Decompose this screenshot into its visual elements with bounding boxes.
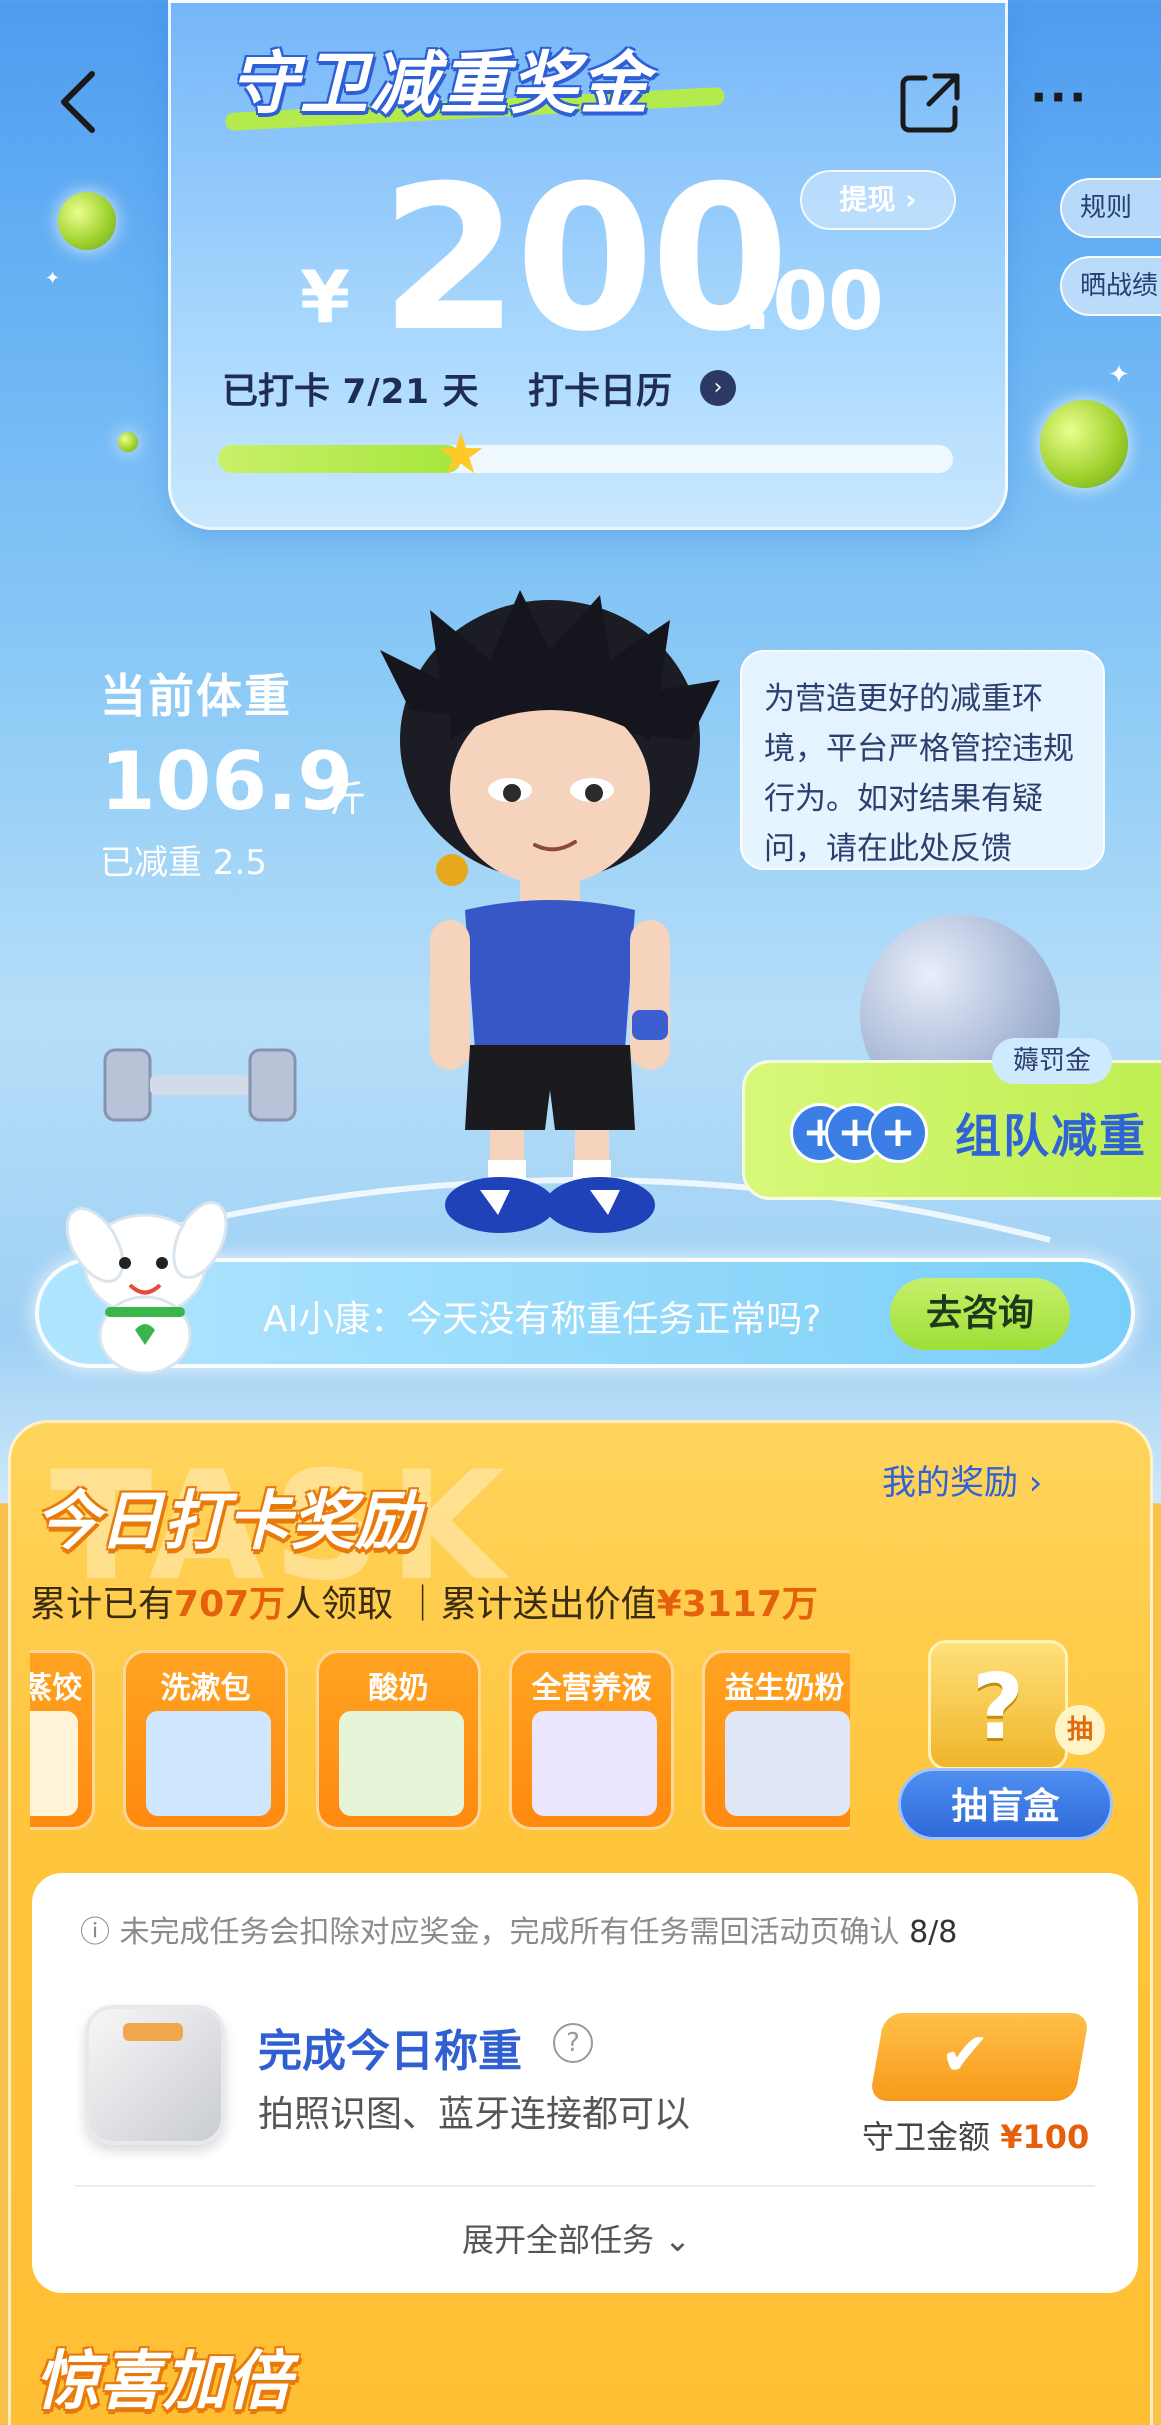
notice-text: 为营造更好的减重环境，平台严格管控违规行为。如对结果有疑问，请在此处反馈 [764, 681, 1074, 867]
prize-image [532, 1711, 657, 1816]
checkin-count: 7/21 [342, 372, 430, 412]
weight-unit: 斤 [330, 779, 367, 820]
page-title: 守卫减重奖金 [230, 45, 651, 124]
star-icon: ★ [435, 422, 487, 487]
prize-image [339, 1711, 464, 1816]
prize-image [725, 1711, 850, 1816]
checkin-progress-fill [218, 445, 461, 473]
draw-tag: 抽 [1055, 1705, 1105, 1755]
prize-image [146, 1711, 271, 1816]
stats-value: ¥3117万 [656, 1584, 818, 1625]
bonus-amount: 200 [380, 143, 789, 376]
penalty-tag: 薅罚金 [992, 1038, 1112, 1084]
weight-lost: 已减重 2.5 [100, 843, 267, 883]
share-record-tab[interactable]: 晒战绩 [1060, 256, 1161, 316]
prize-card[interactable]: 蒸饺 [30, 1650, 95, 1830]
prize-card[interactable]: 全营养液 [509, 1650, 674, 1830]
guard-amount-value: ¥100 [1000, 2118, 1090, 2156]
rules-tab[interactable]: 规则 [1060, 178, 1161, 238]
check-icon: ✔ [940, 2020, 991, 2090]
prize-card[interactable]: 酸奶 [316, 1650, 481, 1830]
notice-bubble[interactable]: 为营造更好的减重环境，平台严格管控违规行为。如对结果有疑问，请在此处反馈 [740, 650, 1105, 870]
add-member-icon[interactable]: + [868, 1103, 928, 1163]
reward-stats: 累计已有707万人领取 ｜累计送出价值¥3117万 [30, 1575, 818, 1627]
prize-image [30, 1711, 78, 1816]
dumbbell-illustration [103, 1048, 297, 1122]
current-weight-label: 当前体重 [100, 669, 292, 723]
prize-card[interactable]: 益生奶粉 [702, 1650, 850, 1830]
draw-blind-box-button[interactable]: 抽盲盒 [898, 1768, 1113, 1840]
prize-label: 酸奶 [368, 1671, 429, 1706]
consult-button[interactable]: 去咨询 [890, 1278, 1070, 1350]
checkin-calendar-link[interactable]: 打卡日历 [528, 362, 672, 414]
checkin-prefix: 已打卡 [222, 371, 331, 412]
bonus-amount-decimal: .00 [742, 255, 884, 348]
tennis-ball-decoration [1040, 400, 1128, 488]
task-notice: ⓘ 未完成任务会扣除对应奖金，完成所有任务需回活动页确认 8/8 [80, 1907, 957, 1951]
expand-all-tasks-link[interactable]: 展开全部任务 ⌄ [462, 2215, 691, 2261]
info-icon: ⓘ [80, 1915, 120, 1950]
tennis-ball-decoration [118, 432, 138, 452]
mascot-dog-icon [65, 1201, 228, 1375]
team-label: 组队减重 [955, 1109, 1147, 1163]
back-icon[interactable] [50, 62, 110, 142]
sparkle-icon: ✦ [45, 268, 61, 289]
current-weight-value: 106.9 [100, 735, 354, 828]
guard-amount-label: 守卫金额 [862, 2118, 991, 2156]
chevron-right-icon[interactable]: › [700, 370, 736, 406]
withdraw-button[interactable]: 提现 › [800, 170, 956, 230]
task-description: 拍照识图、蓝牙连接都可以 [258, 2094, 691, 2135]
surprise-double-title: 惊喜加倍 [35, 2345, 291, 2419]
task-notice-text: 未完成任务会扣除对应奖金，完成所有任务需回活动页确认 [119, 1915, 900, 1950]
mystery-box-icon[interactable]: ? [928, 1640, 1068, 1770]
task-count: 8/8 [909, 1915, 958, 1950]
prize-label: 全营养液 [531, 1671, 652, 1706]
weighing-scale-icon [85, 2005, 225, 2145]
prize-label: 蒸饺 [30, 1671, 82, 1706]
more-menu-icon[interactable]: ··· [1030, 70, 1100, 130]
prize-label: 洗漱包 [160, 1671, 251, 1706]
stats-middle: 人领取 ｜累计送出价值 [285, 1584, 657, 1625]
prize-carousel[interactable]: 蒸饺 洗漱包 酸奶 全营养液 益生奶粉 [30, 1650, 850, 1835]
stats-prefix: 累计已有 [30, 1584, 175, 1625]
checkin-suffix: 天 [442, 371, 479, 412]
ai-question-text: AI小康：今天没有称重任务正常吗? [263, 1299, 822, 1340]
currency-symbol: ¥ [300, 255, 351, 339]
help-icon[interactable]: ? [553, 2023, 593, 2063]
guard-amount: 守卫金额 ¥100 [862, 2112, 1089, 2158]
share-icon[interactable] [895, 66, 967, 138]
stats-people: 707万 [174, 1584, 286, 1625]
prize-card[interactable]: 洗漱包 [123, 1650, 288, 1830]
avatar-character [380, 590, 720, 1233]
checkin-status: 已打卡 7/21 天 [222, 362, 479, 414]
divider [75, 2185, 1095, 2187]
prize-label: 益生奶粉 [724, 1671, 845, 1706]
tennis-ball-decoration [58, 192, 116, 250]
task-title: 完成今日称重 [258, 2026, 522, 2077]
my-rewards-link[interactable]: 我的奖励 › [882, 1455, 1042, 1504]
sparkle-icon: ✦ [1108, 360, 1130, 390]
daily-reward-title: 今日打卡奖励 [35, 1485, 419, 1559]
